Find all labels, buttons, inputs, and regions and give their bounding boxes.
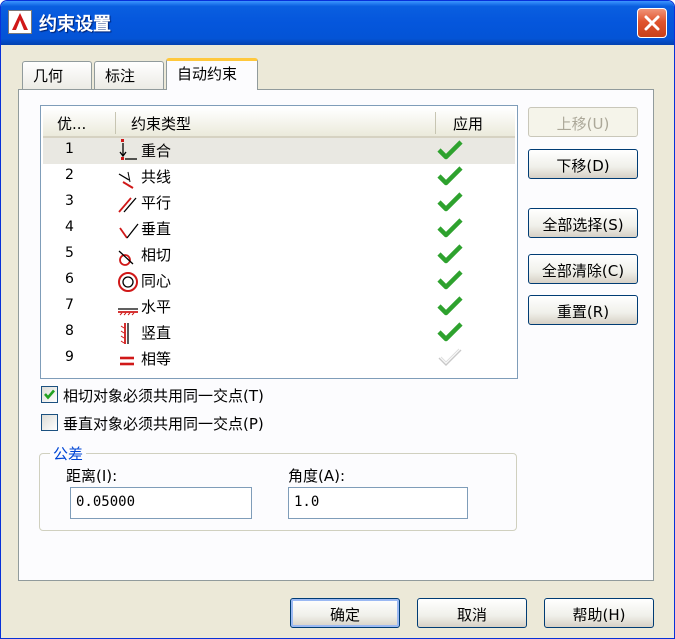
constraint-row[interactable]: 7 水平	[43, 294, 515, 320]
row-apply-toggle[interactable]	[437, 321, 463, 347]
row-priority: 4	[65, 219, 74, 235]
header-priority[interactable]: 优...	[57, 113, 86, 134]
row-constraint-type: 相等	[141, 350, 172, 368]
move-down-button[interactable]: 下移(D)	[528, 149, 638, 179]
row-constraint-type: 共线	[141, 168, 172, 186]
checkbox-label: 相切对象必须共用同一交点(T)	[63, 387, 264, 405]
constraint-row[interactable]: 8 竖直	[43, 320, 515, 346]
row-constraint-type: 垂直	[141, 220, 172, 238]
tolerance-group: 公差 距离(I): 0.05000 角度(A): 1.0	[39, 443, 517, 531]
list-header: 优... 约束类型 应用	[43, 108, 515, 138]
constraint-row[interactable]: 4 垂直	[43, 216, 515, 242]
row-apply-toggle[interactable]	[437, 243, 463, 269]
row-constraint-type: 水平	[141, 298, 172, 316]
header-constraint-type[interactable]: 约束类型	[131, 113, 191, 134]
tolerance-group-title: 公差	[50, 443, 87, 464]
row-priority: 3	[65, 193, 74, 209]
row-apply-toggle[interactable]	[437, 295, 463, 321]
row-priority: 6	[65, 271, 74, 287]
row-constraint-type: 平行	[141, 194, 172, 212]
applied-check-icon	[437, 296, 463, 316]
app-icon[interactable]	[8, 10, 32, 34]
checkbox-box[interactable]	[41, 414, 58, 431]
help-button[interactable]: 帮助(H)	[544, 598, 654, 628]
equal-icon	[117, 346, 139, 376]
constraint-row[interactable]: 9 相等	[43, 346, 515, 372]
constraint-list[interactable]: 优... 约束类型 应用 1 重合 2 共线 3 平行 4 垂直 5 相切 6 同心 7 水平 8 竖直 9 相等	[40, 105, 518, 379]
row-constraint-type: 重合	[141, 142, 172, 160]
reset-button[interactable]: 重置(R)	[528, 295, 638, 325]
cancel-button[interactable]: 取消	[417, 598, 527, 628]
row-priority: 9	[65, 349, 74, 365]
constraint-row[interactable]: 6 同心	[43, 268, 515, 294]
angle-input[interactable]: 1.0	[288, 487, 468, 519]
row-priority: 1	[65, 141, 74, 157]
row-apply-toggle[interactable]	[437, 191, 463, 217]
select-all-button[interactable]: 全部选择(S)	[528, 208, 638, 238]
constraint-row[interactable]: 1 重合	[43, 138, 515, 164]
row-apply-toggle[interactable]	[437, 347, 463, 373]
window-title: 约束设置	[39, 14, 111, 35]
row-apply-toggle[interactable]	[437, 269, 463, 295]
row-priority: 5	[65, 245, 74, 261]
constraint-settings-dialog: 约束设置 几何 标注 自动约束 优... 约束类型 应用 1 重合 2 共线 3 平行 4 垂…	[0, 0, 675, 639]
applied-check-icon	[437, 192, 463, 212]
tab-geometric[interactable]: 几何	[22, 61, 92, 89]
row-apply-toggle[interactable]	[437, 139, 463, 165]
angle-label: 角度(A):	[288, 467, 346, 485]
applied-check-icon	[437, 270, 463, 290]
row-apply-toggle[interactable]	[437, 217, 463, 243]
tab-auto-constrain[interactable]: 自动约束	[166, 58, 258, 90]
applied-check-icon	[437, 244, 463, 264]
applied-check-icon	[437, 166, 463, 186]
checkmark-icon	[44, 389, 55, 400]
row-priority: 2	[65, 167, 74, 183]
title-bar[interactable]: 约束设置	[1, 1, 674, 45]
close-icon	[644, 15, 660, 31]
constraint-row[interactable]: 2 共线	[43, 164, 515, 190]
constraint-row[interactable]: 5 相切	[43, 242, 515, 268]
row-priority: 7	[65, 297, 74, 313]
header-separator[interactable]	[435, 112, 436, 134]
constraint-row[interactable]: 3 平行	[43, 190, 515, 216]
header-separator[interactable]	[115, 112, 116, 134]
ok-button[interactable]: 确定	[290, 598, 400, 628]
close-button[interactable]	[637, 8, 667, 38]
clear-all-button[interactable]: 全部清除(C)	[528, 254, 638, 284]
distance-input[interactable]: 0.05000	[70, 487, 252, 519]
applied-check-icon	[437, 322, 463, 342]
row-constraint-type: 竖直	[141, 324, 172, 342]
applied-check-icon	[437, 140, 463, 160]
applied-check-icon	[437, 218, 463, 238]
row-apply-toggle[interactable]	[437, 165, 463, 191]
distance-label: 距离(I):	[66, 467, 118, 485]
header-apply[interactable]: 应用	[453, 113, 483, 134]
move-up-button[interactable]: 上移(U)	[528, 107, 638, 137]
row-constraint-type: 同心	[141, 272, 172, 290]
checkbox-label: 垂直对象必须共用同一交点(P)	[63, 415, 264, 433]
checkbox-box[interactable]	[41, 386, 58, 403]
row-priority: 8	[65, 323, 74, 339]
tab-dimensional[interactable]: 标注	[94, 61, 164, 89]
not-applied-check-icon	[438, 348, 462, 366]
row-constraint-type: 相切	[141, 246, 172, 264]
